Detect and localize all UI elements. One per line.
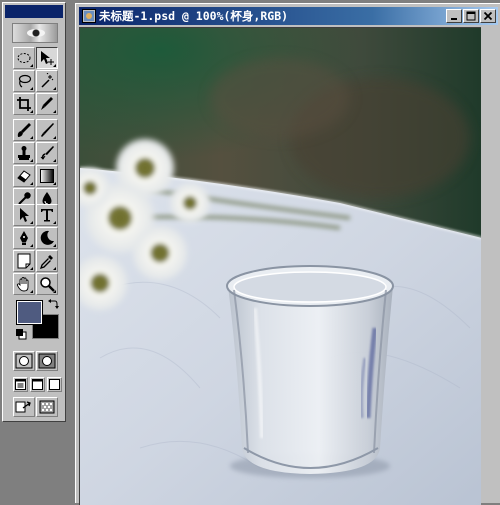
history-brush-icon [40, 146, 54, 160]
full-screen-menu-mode-button[interactable] [30, 377, 45, 392]
eyedropper-tool-button[interactable] [36, 250, 58, 272]
gradient-tool-button[interactable] [36, 165, 58, 187]
default-colors-icon[interactable] [15, 328, 27, 340]
lasso-tool-button[interactable] [13, 70, 35, 92]
jump-to-icon [15, 401, 31, 413]
standard-mode-icon [15, 353, 33, 369]
healing-brush-tool-button[interactable] [13, 119, 35, 141]
move-arrow-icon [41, 51, 54, 65]
imageready-icon [39, 400, 55, 414]
move-tool-button[interactable] [36, 47, 58, 69]
lasso-icon [18, 74, 32, 88]
zoom-icon [40, 277, 55, 292]
imageready-logo-button[interactable] [36, 397, 58, 417]
standard-mode-button[interactable] [13, 351, 35, 371]
magic-wand-tool-button[interactable] [36, 70, 58, 92]
crop-icon [17, 97, 31, 111]
screen-mode-icon [15, 379, 26, 390]
jump-to-imageready-button[interactable] [13, 397, 35, 417]
document-window: 未标题-1.psd @ 100%(杯身,RGB) [75, 3, 500, 505]
pen-icon [20, 231, 28, 245]
brush-tool-button[interactable] [36, 119, 58, 141]
crop-tool-button[interactable] [13, 93, 35, 115]
shape-tool-button[interactable] [36, 227, 58, 249]
type-icon [41, 209, 53, 222]
type-tool-button[interactable] [36, 204, 58, 226]
toolbox-titlebar[interactable] [5, 5, 63, 18]
gradient-icon [40, 169, 54, 183]
toolbox-palette [2, 2, 66, 422]
minimize-button[interactable] [446, 9, 462, 23]
path-selection-tool-button[interactable] [13, 204, 35, 226]
close-icon [483, 11, 493, 21]
brush-icon [17, 123, 31, 137]
canvas-photo [80, 28, 481, 505]
close-button[interactable] [480, 9, 496, 23]
minimize-icon [451, 18, 457, 20]
magic-wand-icon [41, 73, 54, 88]
pencil-brush-icon [41, 123, 54, 137]
hand-icon [16, 277, 29, 292]
image-canvas[interactable] [79, 27, 481, 505]
clone-stamp-tool-button[interactable] [13, 142, 35, 164]
arrow-icon [20, 208, 29, 222]
standard-screen-mode-button[interactable] [13, 377, 28, 392]
photoshop-document-icon[interactable] [82, 9, 96, 23]
stamp-icon [18, 146, 30, 160]
notes-tool-button[interactable] [13, 250, 35, 272]
eyedropper-icon [39, 255, 53, 269]
hand-tool-button[interactable] [13, 273, 35, 295]
maximize-button[interactable] [463, 9, 479, 23]
maximize-icon [466, 11, 476, 21]
dashed-ellipse-icon [17, 53, 31, 63]
screen-mode-icon [32, 379, 43, 390]
screen-mode-icon [49, 379, 60, 390]
swap-colors-icon[interactable] [46, 298, 60, 312]
history-brush-tool-button[interactable] [36, 142, 58, 164]
eraser-tool-button[interactable] [13, 165, 35, 187]
zoom-tool-button[interactable] [36, 273, 58, 295]
document-titlebar[interactable]: 未标题-1.psd @ 100%(杯身,RGB) [79, 7, 498, 25]
eraser-icon [17, 170, 31, 183]
quick-mask-mode-button[interactable] [36, 351, 58, 371]
moon-shape-icon [40, 230, 54, 245]
full-screen-mode-button[interactable] [47, 377, 62, 392]
marquee-tool-button[interactable] [13, 47, 35, 69]
pen-tool-button[interactable] [13, 227, 35, 249]
foreground-color-swatch[interactable] [16, 300, 43, 325]
note-icon [17, 253, 31, 269]
adobe-online-logo[interactable] [12, 23, 58, 43]
quick-mask-icon [38, 353, 56, 369]
document-title: 未标题-1.psd @ 100%(杯身,RGB) [99, 9, 289, 23]
knife-icon [41, 97, 53, 110]
slice-tool-button[interactable] [36, 93, 58, 115]
